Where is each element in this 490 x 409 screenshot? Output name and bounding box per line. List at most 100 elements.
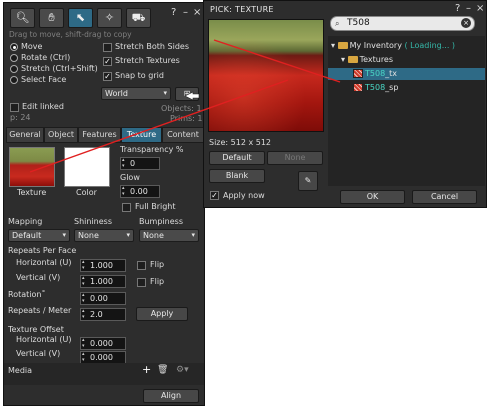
land-impact-label: p: 24 bbox=[10, 113, 31, 122]
expand-arrow-icon: ▾ bbox=[331, 41, 336, 50]
eyedropper-button[interactable]: ✎ bbox=[298, 171, 318, 191]
tree-root-label: My Inventory bbox=[349, 41, 402, 50]
apply-button[interactable]: Apply bbox=[136, 307, 188, 321]
ok-button[interactable]: OK bbox=[340, 190, 405, 204]
tab-content[interactable]: Content bbox=[162, 127, 204, 143]
tree-item-suffix: _sp bbox=[385, 83, 399, 92]
stretch-both-sides-label: Stretch Both Sides bbox=[115, 42, 189, 51]
mode-rotate-label: Rotate (Ctrl) bbox=[21, 53, 71, 62]
snap-to-grid-label: Snap to grid bbox=[115, 71, 164, 80]
texture-size-label: Size: 512 x 512 bbox=[209, 138, 272, 147]
tab-texture[interactable]: Texture bbox=[121, 127, 162, 143]
tab-features[interactable]: Features bbox=[78, 127, 121, 143]
bumpiness-value: None bbox=[143, 231, 164, 240]
land-tool-button[interactable]: ⛟ bbox=[126, 8, 151, 28]
shininess-value: None bbox=[78, 231, 99, 240]
flip-vertical-checkbox[interactable] bbox=[137, 278, 146, 287]
grid-mode-value: World bbox=[105, 89, 128, 98]
mode-move-label: Move bbox=[21, 42, 43, 51]
prims-count: Prims: 1 bbox=[170, 114, 203, 123]
build-floater: 🔍︎ ✋︎ ⬉ ✧ ⛟ ? – × Drag to move, shift-dr… bbox=[3, 2, 205, 406]
offset-vertical-label: Vertical (V) bbox=[16, 349, 61, 358]
tab-general[interactable]: General bbox=[6, 127, 44, 143]
gear-icon[interactable]: ⚙︎▾ bbox=[176, 365, 189, 375]
align-button[interactable]: Align bbox=[143, 389, 199, 403]
rotation-spinner[interactable]: 0.00 bbox=[80, 292, 126, 305]
apply-now-label: Apply now bbox=[223, 191, 265, 200]
focus-tool-button[interactable]: 🔍︎ bbox=[10, 8, 35, 28]
glow-spinner[interactable]: 0.00 bbox=[120, 185, 160, 198]
help-button[interactable]: ? bbox=[171, 7, 176, 19]
vertical-repeats-spinner[interactable]: 1.000 bbox=[80, 275, 126, 288]
stretch-textures-checkbox[interactable]: ✓ bbox=[103, 57, 112, 66]
tree-item-row[interactable]: T508_tx bbox=[328, 68, 485, 80]
objects-count: Objects: 1 bbox=[161, 104, 202, 113]
tab-bar: General Object Features Texture Content bbox=[6, 127, 204, 143]
media-section: Media + 🗑︎ ⚙︎▾ bbox=[4, 363, 204, 385]
full-bright-checkbox[interactable] bbox=[122, 203, 131, 212]
mode-select-face-radio[interactable] bbox=[10, 76, 18, 84]
bumpiness-label: Bumpiness bbox=[139, 217, 183, 226]
picker-close-button[interactable]: × bbox=[476, 3, 484, 15]
grid-icon: ⊞ bbox=[183, 89, 191, 98]
default-button[interactable]: Default bbox=[209, 151, 265, 165]
rotation-label: Rotation˚ bbox=[8, 290, 46, 299]
picker-minimize-button[interactable]: – bbox=[466, 3, 471, 15]
edit-linked-checkbox[interactable] bbox=[10, 103, 19, 112]
bulldozer-icon: ⛟ bbox=[131, 11, 146, 24]
edit-tool-button[interactable]: ⬉ bbox=[68, 8, 93, 28]
eyedropper-icon: ✎ bbox=[304, 176, 312, 185]
flip-horizontal-checkbox[interactable] bbox=[137, 261, 146, 270]
tree-item-highlight: T508 bbox=[365, 69, 386, 78]
full-bright-label: Full Bright bbox=[135, 202, 176, 211]
mapping-dropdown[interactable]: Default ▾ bbox=[8, 229, 70, 242]
mapping-label: Mapping bbox=[8, 217, 43, 226]
bumpiness-dropdown[interactable]: None ▾ bbox=[139, 229, 199, 242]
blank-button[interactable]: Blank bbox=[209, 169, 265, 183]
mode-rotate-radio[interactable] bbox=[10, 54, 18, 62]
stretch-textures-label: Stretch Textures bbox=[115, 56, 180, 65]
offset-horizontal-spinner[interactable]: 0.000 bbox=[80, 337, 126, 350]
shininess-dropdown[interactable]: None ▾ bbox=[74, 229, 134, 242]
hand-icon: ✋︎ bbox=[48, 11, 55, 24]
arrow-pointer-icon: ⬉ bbox=[75, 11, 86, 24]
vertical-label: Vertical (V) bbox=[16, 273, 61, 282]
mode-stretch-radio[interactable] bbox=[10, 65, 18, 73]
picker-help-button[interactable]: ? bbox=[455, 3, 460, 15]
media-label: Media bbox=[8, 366, 33, 375]
repeats-per-meter-spinner[interactable]: 2.0 bbox=[80, 308, 126, 321]
mode-move-radio[interactable] bbox=[10, 43, 18, 51]
repeats-per-face-label: Repeats Per Face bbox=[8, 246, 77, 255]
apply-now-checkbox[interactable]: ✓ bbox=[210, 191, 219, 200]
tree-folder-row[interactable]: ▾ Textures bbox=[341, 54, 393, 66]
tab-object[interactable]: Object bbox=[44, 127, 78, 143]
trash-icon[interactable]: 🗑︎ bbox=[157, 365, 168, 375]
add-media-icon[interactable]: + bbox=[142, 364, 151, 375]
texture-offset-label: Texture Offset bbox=[8, 325, 64, 334]
none-button[interactable]: None bbox=[267, 151, 323, 165]
tree-item-row[interactable]: T508_sp bbox=[353, 82, 398, 94]
texture-item-icon bbox=[353, 69, 363, 78]
chevron-down-icon: ▾ bbox=[62, 231, 66, 239]
mode-select-face-label: Select Face bbox=[21, 75, 67, 84]
snap-to-grid-checkbox[interactable]: ✓ bbox=[103, 72, 112, 81]
move-tool-button[interactable]: ✋︎ bbox=[39, 8, 64, 28]
cancel-button[interactable]: Cancel bbox=[412, 190, 477, 204]
tree-root-row[interactable]: ▾ My Inventory ( Loading... ) bbox=[331, 40, 455, 52]
grid-mode-dropdown[interactable]: World ▾ bbox=[101, 87, 171, 100]
search-input[interactable]: T508 ⌕ × bbox=[330, 16, 475, 31]
chevron-down-icon: ▾ bbox=[163, 89, 167, 97]
create-tool-button[interactable]: ✧ bbox=[97, 8, 122, 28]
horizontal-repeats-spinner[interactable]: 1.000 bbox=[80, 259, 126, 272]
close-button[interactable]: × bbox=[193, 7, 201, 19]
color-swatch[interactable] bbox=[64, 147, 110, 187]
texture-swatch[interactable] bbox=[9, 147, 55, 187]
grid-options-button[interactable]: ⊞ bbox=[175, 87, 199, 101]
transparency-spinner[interactable]: 0 bbox=[120, 157, 160, 170]
texture-picker-floater: PICK: TEXTURE ? – × T508 ⌕ × ▾ My Invent… bbox=[203, 0, 487, 208]
clear-search-icon[interactable]: × bbox=[461, 18, 471, 28]
stretch-both-sides-checkbox[interactable] bbox=[103, 43, 112, 52]
minimize-button[interactable]: – bbox=[183, 7, 188, 19]
tree-root-status: ( Loading... ) bbox=[404, 41, 456, 50]
mapping-value: Default bbox=[12, 231, 42, 240]
